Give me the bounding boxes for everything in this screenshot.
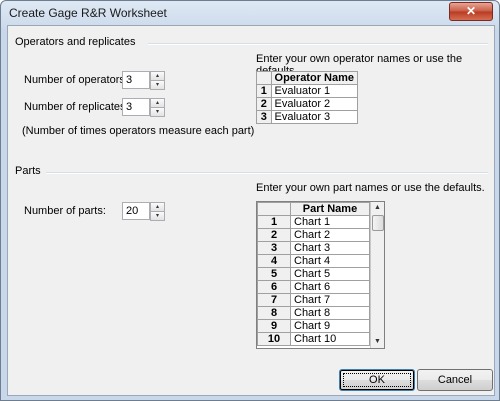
part-name-cell[interactable]: Chart 5 (290, 267, 370, 281)
part-name-cell[interactable]: Chart 1 (290, 215, 370, 229)
part-table: Part Name 1 Chart 1 2 Chart 2 3 Chart 3 4 Ch… (257, 202, 370, 346)
spin-down-icon[interactable]: ▾ (150, 107, 165, 117)
window-title: Create Gage R&R Worksheet (9, 6, 167, 20)
title-bar[interactable]: Create Gage R&R Worksheet ✕ (1, 1, 499, 25)
row-header-corner (256, 71, 272, 85)
spin-down-icon[interactable]: ▾ (150, 80, 165, 90)
operator-name-header: Operator Name (270, 71, 359, 85)
table-row: 4 Chart 4 (257, 254, 370, 268)
part-name-cell[interactable]: Chart 3 (290, 241, 370, 255)
scroll-up-icon[interactable]: ▲ (371, 202, 384, 214)
row-number: 1 (256, 84, 272, 98)
ok-button-label: OK (340, 370, 414, 390)
row-number: 3 (257, 241, 291, 255)
num-operators-stepper[interactable]: 3 ▴ ▾ (122, 71, 165, 90)
close-button[interactable]: ✕ (449, 2, 493, 21)
row-number: 7 (257, 293, 291, 307)
part-name-cell[interactable]: Chart 9 (290, 319, 370, 333)
row-number: 2 (257, 228, 291, 242)
part-name-cell[interactable]: Chart 7 (290, 293, 370, 307)
row-header-corner (257, 202, 291, 216)
operator-name-cell[interactable]: Evaluator 2 (270, 97, 359, 111)
row-number: 6 (257, 280, 291, 294)
row-number: 4 (257, 254, 291, 268)
num-operators-label: Number of operators: (24, 74, 128, 86)
table-row: 5 Chart 5 (257, 267, 370, 281)
num-parts-input[interactable]: 20 (122, 202, 150, 220)
operators-separator (148, 43, 488, 45)
cancel-button[interactable]: Cancel (417, 369, 493, 391)
num-replicates-label: Number of replicates: (24, 101, 129, 113)
scrollbar-thumb[interactable] (372, 215, 384, 231)
parts-section-label: Parts (15, 165, 41, 177)
part-table-container: Part Name 1 Chart 1 2 Chart 2 3 Chart 3 4 Ch… (256, 201, 385, 349)
row-number: 3 (256, 110, 272, 124)
operator-table-header-row: Operator Name (256, 71, 359, 85)
operator-name-cell[interactable]: Evaluator 3 (270, 110, 359, 124)
part-name-cell[interactable]: Chart 2 (290, 228, 370, 242)
row-number: 10 (257, 332, 291, 346)
table-row: 7 Chart 7 (257, 293, 370, 307)
num-replicates-input[interactable]: 3 (122, 98, 150, 116)
parts-separator (46, 172, 488, 174)
table-row: 2 Chart 2 (257, 228, 370, 242)
table-row: 10 Chart 10 (257, 332, 370, 346)
part-instructions: Enter your own part names or use the def… (256, 182, 485, 194)
row-number: 5 (257, 267, 291, 281)
replicates-note: (Number of times operators measure each … (22, 125, 255, 137)
table-row: 3 Chart 3 (257, 241, 370, 255)
table-row: 2 Evaluator 2 (256, 97, 359, 111)
table-row: 6 Chart 6 (257, 280, 370, 294)
dialog-body: Operators and replicates Enter your own … (7, 25, 495, 396)
num-parts-label: Number of parts: (24, 205, 106, 217)
operators-section-label: Operators and replicates (15, 36, 136, 48)
row-number: 8 (257, 306, 291, 320)
table-row: 9 Chart 9 (257, 319, 370, 333)
scroll-down-icon[interactable]: ▼ (371, 336, 384, 348)
table-row: 1 Chart 1 (257, 215, 370, 229)
ok-button[interactable]: OK (339, 369, 415, 391)
part-name-cell[interactable]: Chart 4 (290, 254, 370, 268)
row-number: 9 (257, 319, 291, 333)
num-operators-input[interactable]: 3 (122, 71, 150, 89)
operator-table: Operator Name 1 Evaluator 1 2 Evaluator … (256, 71, 359, 124)
part-table-header-row: Part Name (257, 202, 370, 216)
table-row: 3 Evaluator 3 (256, 110, 359, 124)
part-name-header: Part Name (290, 202, 370, 216)
part-name-cell[interactable]: Chart 6 (290, 280, 370, 294)
num-parts-stepper[interactable]: 20 ▴ ▾ (122, 202, 165, 221)
part-table-scrollbar[interactable]: ▲ ▼ (370, 202, 384, 348)
row-number: 1 (257, 215, 291, 229)
dialog-window: Create Gage R&R Worksheet ✕ Operators an… (0, 0, 500, 401)
row-number: 2 (256, 97, 272, 111)
part-name-cell[interactable]: Chart 8 (290, 306, 370, 320)
operator-name-cell[interactable]: Evaluator 1 (270, 84, 359, 98)
part-name-cell[interactable]: Chart 10 (290, 332, 370, 346)
table-row: 8 Chart 8 (257, 306, 370, 320)
num-replicates-stepper[interactable]: 3 ▴ ▾ (122, 98, 165, 117)
table-row: 1 Evaluator 1 (256, 84, 359, 98)
spin-down-icon[interactable]: ▾ (150, 211, 165, 221)
